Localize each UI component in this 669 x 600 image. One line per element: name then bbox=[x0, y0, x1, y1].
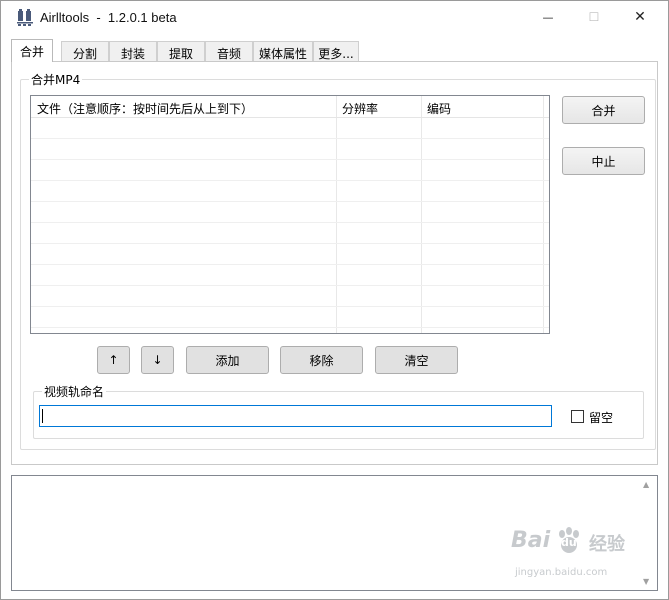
move-up-button[interactable]: ↑ bbox=[97, 346, 130, 374]
tab-more[interactable]: 更多... bbox=[313, 41, 359, 61]
merge-button[interactable]: 合并 bbox=[562, 96, 645, 124]
maximize-icon: ☐ bbox=[588, 10, 600, 24]
abort-button[interactable]: 中止 bbox=[562, 147, 645, 175]
scroll-up-icon[interactable]: ▲ bbox=[643, 480, 649, 489]
tab-split[interactable]: 分割 bbox=[61, 41, 109, 61]
row-divider bbox=[31, 222, 549, 223]
watermark-paw-text: du bbox=[561, 536, 577, 549]
arrow-up-icon: ↑ bbox=[108, 353, 119, 367]
title-bar: Airlltools - 1.2.0.1 beta — ☐ ✕ bbox=[1, 1, 668, 35]
row-divider bbox=[31, 117, 549, 118]
file-list-header: 文件（注意顺序：按时间先后从上到下） 分辨率 编码 bbox=[31, 96, 549, 117]
column-header-resolution[interactable]: 分辨率 bbox=[342, 100, 378, 117]
row-divider bbox=[31, 138, 549, 139]
tab-package[interactable]: 封装 bbox=[109, 41, 157, 61]
column-header-file[interactable]: 文件（注意顺序：按时间先后从上到下） bbox=[37, 100, 253, 117]
row-divider bbox=[31, 159, 549, 160]
add-button[interactable]: 添加 bbox=[186, 346, 269, 374]
tab-media-info[interactable]: 媒体属性 bbox=[253, 41, 313, 61]
maximize-button[interactable]: ☐ bbox=[571, 1, 617, 33]
tab-extract[interactable]: 提取 bbox=[157, 41, 205, 61]
minimize-button[interactable]: — bbox=[525, 1, 571, 33]
watermark-suffix: 经验 bbox=[589, 534, 625, 555]
track-name-group-label: 视频轨命名 bbox=[42, 383, 107, 400]
row-divider bbox=[31, 180, 549, 181]
file-list[interactable]: 文件（注意顺序：按时间先后从上到下） 分辨率 编码 bbox=[30, 95, 550, 334]
app-logo-icon bbox=[17, 9, 33, 26]
window-title: Airlltools - 1.2.0.1 beta bbox=[40, 10, 177, 25]
row-divider bbox=[31, 264, 549, 265]
baidu-watermark: Bai du 经验 jingyan.baidu.com bbox=[509, 526, 639, 586]
tab-audio[interactable]: 音频 bbox=[205, 41, 253, 61]
tab-merge[interactable]: 合并 bbox=[11, 39, 53, 62]
row-divider bbox=[31, 285, 549, 286]
column-divider bbox=[421, 96, 422, 333]
row-divider bbox=[31, 243, 549, 244]
column-divider bbox=[336, 96, 337, 333]
remove-button[interactable]: 移除 bbox=[280, 346, 363, 374]
track-name-input[interactable] bbox=[39, 405, 552, 427]
column-header-codec[interactable]: 编码 bbox=[427, 100, 451, 117]
log-scrollbar[interactable]: ▲ ▼ bbox=[640, 476, 657, 590]
watermark-url: jingyan.baidu.com bbox=[515, 567, 608, 578]
close-button[interactable]: ✕ bbox=[617, 1, 663, 33]
column-divider bbox=[543, 96, 544, 333]
row-divider bbox=[31, 327, 549, 328]
row-divider bbox=[31, 306, 549, 307]
watermark-brand: Bai bbox=[511, 528, 551, 553]
merge-mp4-group-label: 合并MP4 bbox=[29, 71, 83, 88]
clear-button[interactable]: 清空 bbox=[375, 346, 458, 374]
app-window: Airlltools - 1.2.0.1 beta — ☐ ✕ 合并 分割 封装… bbox=[0, 0, 669, 600]
scroll-down-icon[interactable]: ▼ bbox=[643, 577, 649, 586]
move-down-button[interactable]: ↓ bbox=[141, 346, 174, 374]
text-caret bbox=[42, 409, 43, 423]
keep-empty-label[interactable]: 留空 bbox=[589, 409, 613, 426]
keep-empty-checkbox[interactable] bbox=[571, 410, 584, 423]
arrow-down-icon: ↓ bbox=[152, 353, 163, 367]
row-divider bbox=[31, 201, 549, 202]
minimize-icon: — bbox=[542, 10, 554, 24]
close-icon: ✕ bbox=[634, 9, 646, 25]
